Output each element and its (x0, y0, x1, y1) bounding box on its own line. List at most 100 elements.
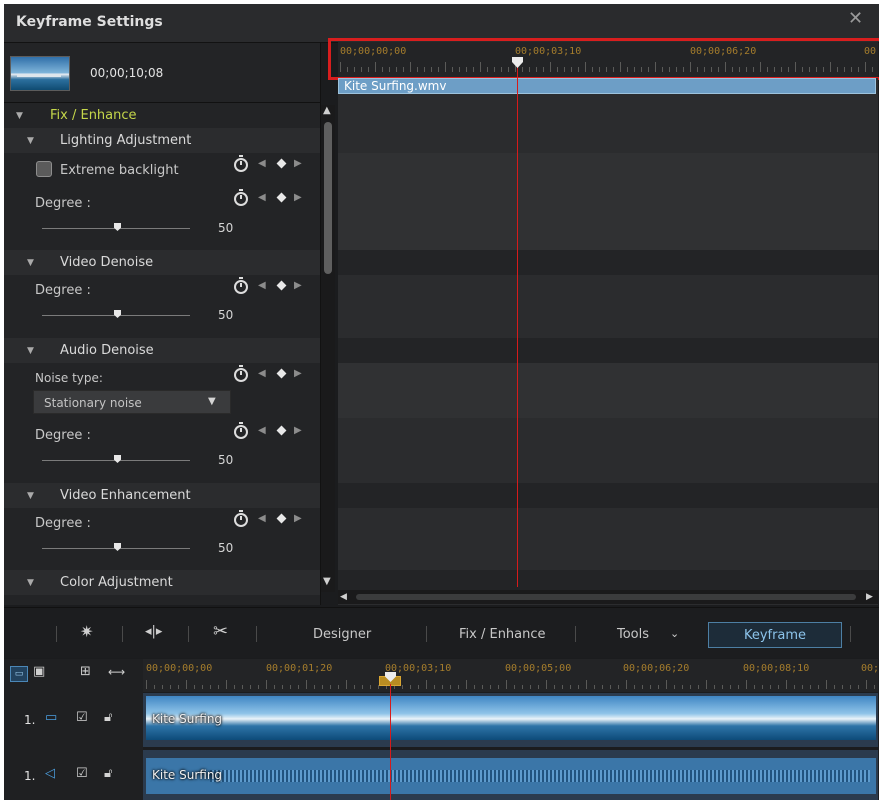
extreme-backlight-checkbox[interactable] (36, 161, 52, 177)
ruler-tick (282, 684, 283, 689)
ruler-tick (186, 680, 187, 689)
track-row (338, 363, 878, 418)
ruler-tick (450, 684, 451, 689)
divider (256, 626, 257, 642)
next-keyframe-icon[interactable]: ▶ (294, 425, 302, 436)
chevron-down-icon[interactable]: ⌄ (670, 627, 679, 640)
next-keyframe-icon[interactable]: ▶ (294, 158, 302, 169)
ruler-tick (666, 680, 667, 689)
ruler-tick (274, 684, 275, 689)
track-enable-checkbox[interactable]: ☑ (76, 710, 88, 725)
group-video-denoise[interactable]: Video Denoise (60, 255, 153, 280)
ruler-tick (290, 684, 291, 689)
ruler-tick (498, 684, 499, 689)
ruler-tick (578, 684, 579, 689)
ruler-tick (698, 684, 699, 689)
group-audio-denoise[interactable]: Audio Denoise (60, 343, 154, 368)
stopwatch-icon[interactable] (234, 277, 248, 294)
ruler-tick (218, 684, 219, 689)
next-keyframe-icon[interactable]: ▶ (294, 280, 302, 291)
collapse-triangle-icon[interactable]: ▼ (27, 258, 34, 268)
scroll-left-icon[interactable]: ◀ (340, 592, 347, 602)
prev-keyframe-icon[interactable]: ◀ (258, 513, 266, 524)
collapse-triangle-icon[interactable]: ▼ (27, 491, 34, 501)
timeline-hscrollbar-thumb[interactable] (356, 594, 856, 600)
ruler-tick (546, 680, 547, 689)
fix-enhance-button[interactable]: Fix / Enhance (459, 627, 546, 642)
scroll-right-icon[interactable]: ▶ (866, 592, 873, 602)
collapse-triangle-icon[interactable]: ▼ (27, 136, 34, 146)
panel-scrollbar-thumb[interactable] (324, 122, 332, 274)
next-keyframe-icon[interactable]: ▶ (294, 368, 302, 379)
ruler-highlight-box (328, 38, 879, 80)
prev-keyframe-icon[interactable]: ◀ (258, 158, 266, 169)
next-keyframe-icon[interactable]: ▶ (294, 513, 302, 524)
next-keyframe-icon[interactable]: ▶ (294, 192, 302, 203)
prev-keyframe-icon[interactable]: ◀ (258, 368, 266, 379)
fit-timeline-icon[interactable]: ⟷ (108, 665, 125, 679)
prev-keyframe-icon[interactable]: ◀ (258, 425, 266, 436)
stopwatch-icon[interactable] (234, 510, 248, 527)
scissors-icon[interactable]: ✂ (213, 621, 228, 642)
stopwatch-icon[interactable] (234, 189, 248, 206)
group-header-bg (4, 250, 320, 275)
clip-name: Kite Surfing.wmv (344, 79, 447, 93)
ruler-tick (754, 684, 755, 689)
track-enable-checkbox[interactable]: ☑ (76, 766, 88, 781)
ruler-tick (602, 684, 603, 689)
ruler-tick (570, 684, 571, 689)
tools-button[interactable]: Tools (617, 627, 649, 642)
ruler-tick (634, 684, 635, 689)
scroll-down-icon[interactable]: ▼ (323, 576, 331, 587)
ruler-tick (322, 684, 323, 689)
prev-keyframe-icon[interactable]: ◀ (258, 192, 266, 203)
ruler-tick (266, 680, 267, 689)
scroll-up-icon[interactable]: ▲ (323, 105, 331, 116)
ruler-tick (298, 684, 299, 689)
lock-icon[interactable]: 🔓︎ (104, 710, 112, 725)
divider (575, 626, 576, 642)
ruler-tick (362, 684, 363, 689)
ruler-tick (650, 684, 651, 689)
prev-keyframe-icon[interactable]: ◀ (258, 280, 266, 291)
ruler-tick (594, 684, 595, 689)
video-clip[interactable] (146, 696, 876, 740)
ruler-tick (474, 684, 475, 689)
track-manager-icon[interactable]: ⊞ (80, 664, 91, 679)
lock-icon[interactable]: 🔓︎ (104, 766, 112, 781)
degree-value: 50 (218, 541, 234, 555)
ruler-label: 00;00;05;00 (505, 663, 572, 674)
ruler-tick (458, 684, 459, 689)
ruler-tick (738, 684, 739, 689)
collapse-triangle-icon[interactable]: ▼ (16, 111, 23, 121)
track-row (338, 570, 878, 590)
keyframe-button[interactable]: Keyframe (708, 622, 842, 648)
split-trim-icon[interactable]: ◂|▸ (145, 624, 162, 639)
ruler-tick (154, 684, 155, 689)
timeline-view-icon[interactable]: ▭ (10, 666, 28, 682)
ruler-tick (506, 680, 507, 689)
stopwatch-icon[interactable] (234, 422, 248, 439)
ruler-tick (330, 684, 331, 689)
stopwatch-icon[interactable] (234, 155, 248, 172)
ruler-tick (306, 680, 307, 689)
collapse-triangle-icon[interactable]: ▼ (27, 346, 34, 356)
collapse-triangle-icon[interactable]: ▼ (27, 578, 34, 588)
track-row (338, 186, 878, 250)
ruler-tick (842, 684, 843, 689)
ruler-tick (762, 684, 763, 689)
group-video-enhancement[interactable]: Video Enhancement (60, 488, 191, 513)
storyboard-view-icon[interactable]: ▣ (33, 664, 45, 679)
ruler-tick (626, 680, 627, 689)
ruler-tick (442, 684, 443, 689)
magic-wand-icon[interactable]: ✷ (80, 622, 93, 641)
close-icon[interactable]: ✕ (848, 8, 863, 29)
track-row (338, 338, 878, 363)
group-lighting-adjustment[interactable]: Lighting Adjustment (60, 133, 191, 158)
ruler-tick (170, 684, 171, 689)
ruler-tick (162, 684, 163, 689)
divider (122, 626, 123, 642)
designer-button[interactable]: Designer (313, 627, 371, 642)
group-color-adjustment[interactable]: Color Adjustment (60, 575, 173, 600)
stopwatch-icon[interactable] (234, 365, 248, 382)
